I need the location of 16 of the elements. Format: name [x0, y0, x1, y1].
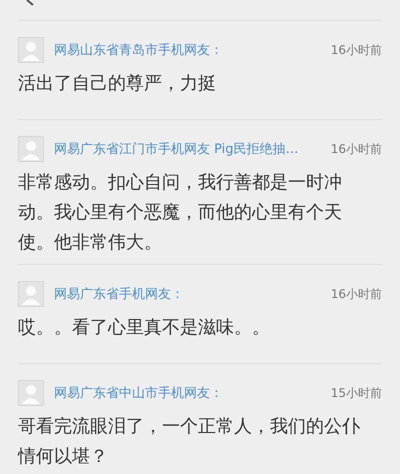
- comment-text: 非常感动。扣心自问，我行善都是一时冲动。我心里有个恶魔，而他的心里有个天使。他非常伟大。: [18, 171, 343, 255]
- user-name[interactable]: 网易广东省江门市手机网友 Pig民拒绝抽…: [54, 140, 299, 158]
- user-name[interactable]: 网易广东省手机网友：: [54, 285, 184, 303]
- comment-text: 哥看完流眼泪了，一个正常人，我们的公仆情何以堪？: [18, 415, 361, 469]
- user-name[interactable]: 网易山东省青岛市手机网友：: [54, 41, 223, 59]
- comment-time: 16小时前: [330, 140, 382, 158]
- avatar-icon: [18, 136, 44, 162]
- comment-text: 活出了自己的尊严，力挺: [18, 72, 217, 96]
- comment-time: 16小时前: [330, 286, 382, 302]
- avatar-icon: [18, 37, 44, 63]
- comment-time: 15小时前: [330, 384, 382, 402]
- comment-text: 哎。。看了心里真不是滋味。。: [18, 316, 271, 340]
- comment-time: 16小时前: [330, 42, 382, 58]
- avatar-icon: [18, 380, 44, 406]
- avatar-icon: [18, 281, 44, 307]
- user-name[interactable]: 网易广东省中山市手机网友：: [54, 384, 223, 402]
